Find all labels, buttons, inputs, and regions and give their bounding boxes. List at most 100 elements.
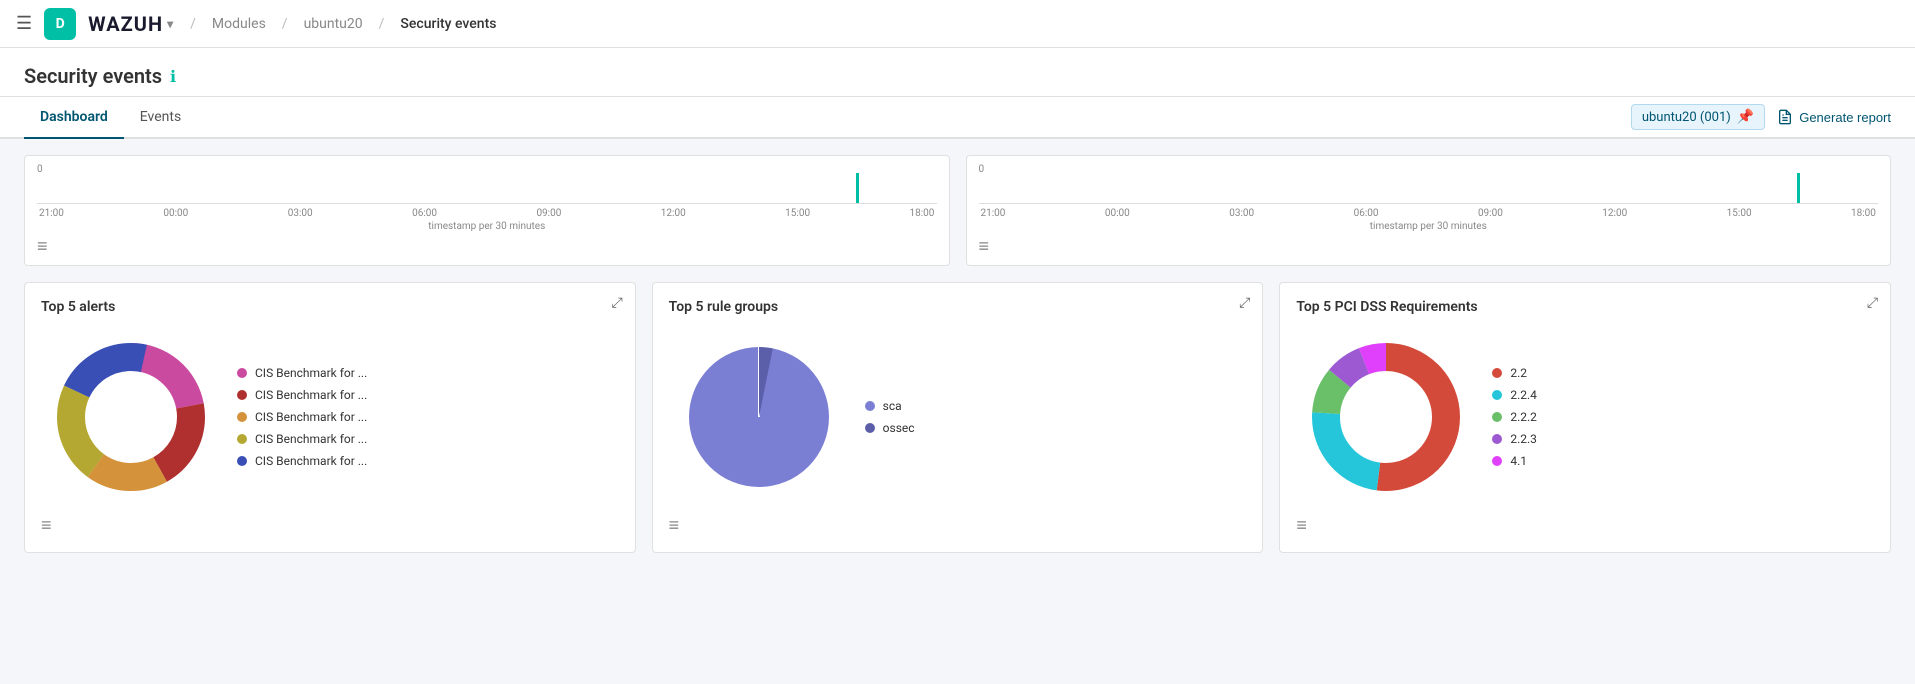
chart2-expand-icon[interactable]: ⤢ [1239,295,1250,311]
nav-separator2: / [282,16,288,32]
charts-row: Top 5 alerts ⤢ [24,282,1891,553]
legend-label-41: 4.1 [1510,454,1527,468]
chart1-legend-icon[interactable]: ≡ [41,515,52,536]
chart3-donut [1296,327,1476,507]
legend-item-22: 2.2 [1492,366,1537,380]
legend-dot-223 [1492,434,1502,444]
page-header: Security events ℹ [0,48,1915,97]
chart1-expand-icon[interactable]: ⤢ [611,295,622,311]
topnav: ☰ D WAZUH ▾ / Modules / ubuntu20 / Secur… [0,0,1915,48]
hamburger-icon[interactable]: ☰ [16,13,32,34]
chart2-donut [669,327,849,507]
chart2-footer: ≡ [669,515,1247,536]
timeline2-zero: 0 [979,164,985,175]
timeline1-zero: 0 [37,164,43,175]
legend-dot-ossec [865,423,875,433]
tab-dashboard[interactable]: Dashboard [24,97,124,139]
legend-item: CIS Benchmark for ... [237,366,367,380]
legend-item-41: 4.1 [1492,454,1537,468]
legend-dot [237,456,247,466]
chart3-legend: 2.2 2.2.4 2.2.2 2.2.3 [1492,366,1537,468]
timeline1-legend-icon[interactable]: ≡ [37,236,937,257]
legend-label-ossec: ossec [883,421,915,435]
legend-item-223: 2.2.3 [1492,432,1537,446]
legend-label-223: 2.2.3 [1510,432,1537,446]
chart1-footer: ≡ [41,515,619,536]
legend-dot [237,390,247,400]
chart3-footer: ≡ [1296,515,1874,536]
timeline2-legend-icon[interactable]: ≡ [979,236,1879,257]
legend-dot-224 [1492,390,1502,400]
main-content: 0 21:00 00:00 03:00 06:00 09:00 12:00 15… [0,139,1915,569]
timeline-row: 0 21:00 00:00 03:00 06:00 09:00 12:00 15… [24,155,1891,266]
timeline2-bar [1797,173,1800,203]
chart3-expand-icon[interactable]: ⤢ [1867,295,1878,311]
chart-top5-pci-dss: Top 5 PCI DSS Requirements ⤢ [1279,282,1891,553]
timeline1-footer: timestamp per 30 minutes [37,221,937,232]
legend-item: CIS Benchmark for ... [237,432,367,446]
chart3-body: 2.2 2.2.4 2.2.2 2.2.3 [1296,327,1874,507]
nav-separator: / [190,16,196,32]
timeline2-labels: 21:00 00:00 03:00 06:00 09:00 12:00 15:0… [979,208,1879,219]
legend-item-ossec: ossec [865,421,915,435]
nav-modules-link[interactable]: Modules [212,16,266,32]
tabs: Dashboard Events [0,97,221,137]
chart-top5-alerts: Top 5 alerts ⤢ [24,282,636,553]
chart1-legend: CIS Benchmark for ... CIS Benchmark for … [237,366,367,468]
nav-current-page: Security events [400,16,496,32]
nav-agent-link[interactable]: ubuntu20 [304,16,363,32]
legend-label: CIS Benchmark for ... [255,410,367,424]
legend-dot-222 [1492,412,1502,422]
legend-item-sca: sca [865,399,915,413]
chart2-legend-icon[interactable]: ≡ [669,515,680,536]
page-title: Security events [24,64,162,88]
legend-label: CIS Benchmark for ... [255,432,367,446]
info-icon[interactable]: ℹ [170,67,176,86]
legend-dot-sca [865,401,875,411]
legend-label: CIS Benchmark for ... [255,388,367,402]
chart3-title: Top 5 PCI DSS Requirements [1296,299,1874,315]
timeline1-bar [856,173,859,203]
timeline-card-2: 0 21:00 00:00 03:00 06:00 09:00 12:00 15… [966,155,1892,266]
chart2-legend: sca ossec [865,399,915,435]
legend-label-222: 2.2.2 [1510,410,1537,424]
legend-dot [237,368,247,378]
chart1-title: Top 5 alerts [41,299,619,315]
legend-label: CIS Benchmark for ... [255,366,367,380]
chart1-svg [41,327,221,507]
legend-item-224: 2.2.4 [1492,388,1537,402]
chart-top5-rule-groups: Top 5 rule groups ⤢ [652,282,1264,553]
legend-dot [237,412,247,422]
legend-item-222: 2.2.2 [1492,410,1537,424]
tab-events[interactable]: Events [124,97,197,139]
timeline-card-1: 0 21:00 00:00 03:00 06:00 09:00 12:00 15… [24,155,950,266]
pin-icon: 📌 [1737,109,1754,125]
chart2-title: Top 5 rule groups [669,299,1247,315]
legend-item: CIS Benchmark for ... [237,388,367,402]
timeline2-footer: timestamp per 30 minutes [979,221,1879,232]
chart3-legend-icon[interactable]: ≡ [1296,515,1307,536]
chart1-body: CIS Benchmark for ... CIS Benchmark for … [41,327,619,507]
legend-dot-22 [1492,368,1502,378]
legend-dot [237,434,247,444]
legend-item: CIS Benchmark for ... [237,410,367,424]
generate-report-label: Generate report [1799,110,1891,125]
chart2-svg [669,327,849,507]
legend-label-224: 2.2.4 [1510,388,1537,402]
legend-item: CIS Benchmark for ... [237,454,367,468]
legend-label-22: 2.2 [1510,366,1527,380]
agent-badge[interactable]: ubuntu20 (001) 📌 [1631,104,1765,130]
legend-label-sca: sca [883,399,902,413]
legend-label: CIS Benchmark for ... [255,454,367,468]
avatar: D [44,8,76,40]
chart1-donut [41,327,221,507]
nav-separator3: / [379,16,385,32]
agent-badge-label: ubuntu20 (001) [1642,110,1731,125]
chart2-body: sca ossec [669,327,1247,507]
legend-dot-41 [1492,456,1502,466]
report-icon [1777,109,1793,125]
generate-report-button[interactable]: Generate report [1777,109,1891,125]
chart3-svg [1296,327,1476,507]
brand-logo: WAZUH ▾ [88,12,174,36]
brand-dropdown-icon[interactable]: ▾ [167,17,174,31]
